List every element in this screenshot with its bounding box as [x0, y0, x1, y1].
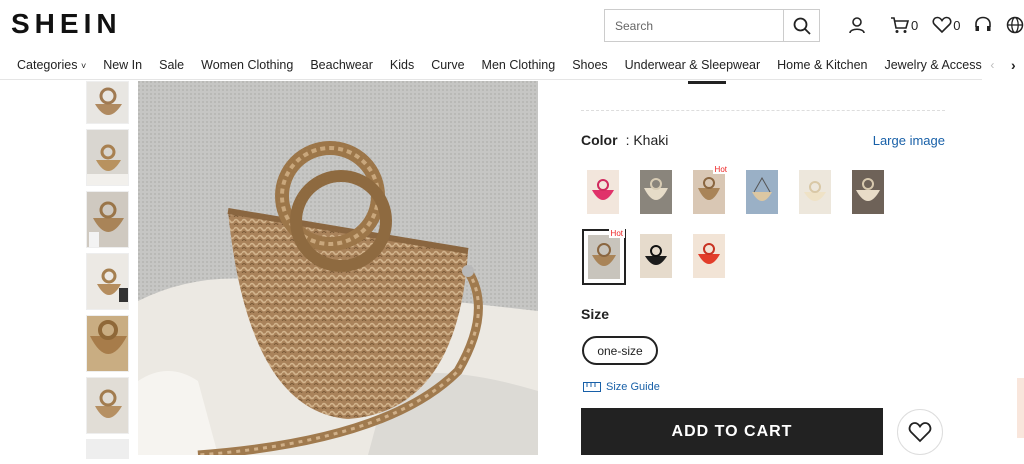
- cart-button[interactable]: 0: [890, 16, 918, 34]
- color-swatch[interactable]: [690, 231, 728, 281]
- account-button[interactable]: [848, 16, 866, 34]
- cart-count: 0: [911, 17, 919, 33]
- color-swatch[interactable]: Hot: [690, 165, 729, 217]
- nav-item-home-kitchen[interactable]: Home & Kitchen: [777, 58, 867, 72]
- nav-scroll-controls: ‹ ›: [982, 50, 1024, 80]
- wishlist-count: 0: [953, 17, 961, 33]
- color-swatch[interactable]: [743, 167, 781, 217]
- color-swatch[interactable]: [584, 167, 622, 217]
- thumbnail[interactable]: [86, 315, 129, 372]
- color-swatch[interactable]: [796, 167, 834, 217]
- side-tab[interactable]: [1017, 378, 1024, 438]
- search-input[interactable]: [605, 10, 783, 41]
- color-swatch[interactable]: [849, 167, 887, 217]
- color-swatch-selected[interactable]: Hot: [582, 229, 626, 285]
- thumbnail[interactable]: [86, 81, 129, 124]
- thumbnail[interactable]: [86, 253, 129, 310]
- color-selector-header: Color : Khaki Large image: [581, 132, 945, 148]
- size-title: Size: [581, 306, 610, 322]
- nav-item-sale[interactable]: Sale: [159, 58, 184, 72]
- heart-icon: [908, 422, 932, 443]
- chevron-left-icon[interactable]: ‹: [990, 58, 994, 72]
- brand-logo[interactable]: SHEIN: [11, 8, 122, 40]
- globe-icon: [1007, 16, 1024, 34]
- color-swatch[interactable]: [637, 167, 675, 217]
- nav-item-curve[interactable]: Curve: [431, 58, 464, 72]
- size-option-button[interactable]: one-size: [582, 336, 658, 365]
- language-button[interactable]: [1006, 16, 1024, 34]
- nav-item-beachwear[interactable]: Beachwear: [310, 58, 373, 72]
- chevron-down-icon: ˅: [80, 60, 87, 71]
- headset-icon: [975, 16, 992, 31]
- active-tab-indicator: [688, 81, 726, 84]
- color-label: Color: [581, 132, 618, 148]
- thumbnail[interactable]: [86, 377, 129, 434]
- support-button[interactable]: [974, 16, 992, 34]
- category-nav: Categories ˅ New In Sale Women Clothing …: [0, 50, 1024, 80]
- add-to-wishlist-button[interactable]: [897, 409, 943, 455]
- thumbnail[interactable]: [86, 129, 129, 186]
- product-main-image[interactable]: [138, 81, 538, 455]
- nav-item-men-clothing[interactable]: Men Clothing: [482, 58, 556, 72]
- search-box: [604, 9, 820, 42]
- nav-item-shoes[interactable]: Shoes: [572, 58, 607, 72]
- hot-badge: Hot: [608, 229, 625, 238]
- wishlist-button[interactable]: 0: [932, 16, 960, 34]
- search-button[interactable]: [783, 10, 819, 41]
- user-icon: [849, 17, 865, 34]
- thumbnail-list: [86, 81, 130, 464]
- price-section: [581, 81, 945, 111]
- thumbnail[interactable]: [86, 191, 129, 248]
- ruler-icon: [583, 382, 601, 392]
- nav-item-categories[interactable]: Categories ˅: [17, 58, 86, 72]
- nav-item-new-in[interactable]: New In: [103, 58, 142, 72]
- heart-icon: [932, 16, 952, 34]
- header-icons: 0 0: [848, 14, 1024, 36]
- thumbnail[interactable]: [86, 439, 129, 459]
- add-to-cart-button[interactable]: ADD TO CART: [581, 408, 883, 455]
- size-guide-link[interactable]: Size Guide: [583, 381, 660, 393]
- color-swatch[interactable]: [637, 231, 675, 281]
- hot-badge: Hot: [712, 165, 729, 174]
- cart-icon: [891, 17, 910, 33]
- search-icon: [793, 17, 811, 35]
- nav-item-women-clothing[interactable]: Women Clothing: [201, 58, 293, 72]
- large-image-link[interactable]: Large image: [873, 133, 945, 148]
- top-bar: SHEIN 0 0: [0, 0, 1024, 50]
- color-value: : Khaki: [625, 132, 669, 148]
- size-guide-label: Size Guide: [606, 381, 660, 393]
- chevron-right-icon[interactable]: ›: [1011, 57, 1016, 73]
- nav-item-underwear[interactable]: Underwear & Sleepwear: [625, 58, 761, 72]
- nav-item-kids[interactable]: Kids: [390, 58, 414, 72]
